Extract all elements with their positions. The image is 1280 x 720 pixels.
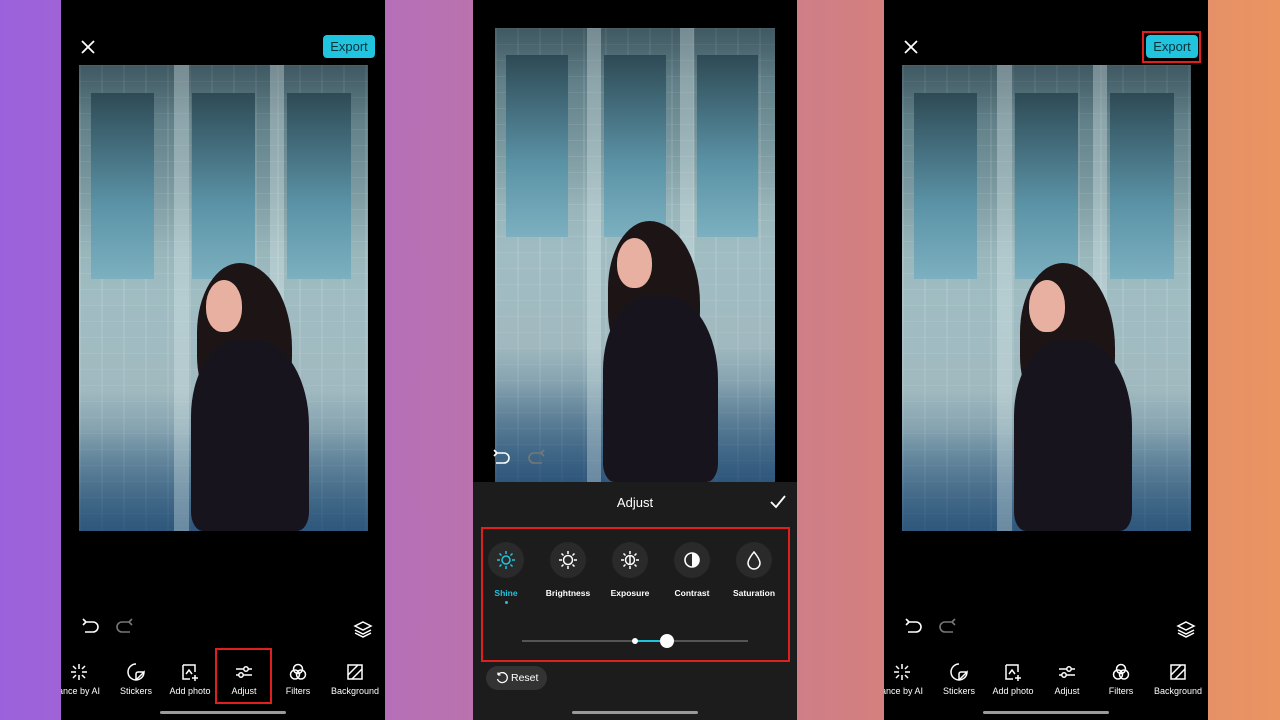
tool-background[interactable]: Background bbox=[1148, 656, 1208, 696]
undo-icon[interactable] bbox=[904, 618, 922, 636]
sticker-icon bbox=[950, 663, 968, 681]
tool-background[interactable]: Background bbox=[325, 656, 385, 696]
tool-enhance[interactable]: ance by AI bbox=[61, 656, 109, 696]
export-button[interactable]: Export bbox=[323, 35, 375, 58]
tool-adjust[interactable]: Adjust bbox=[1037, 656, 1097, 696]
close-icon[interactable] bbox=[79, 38, 97, 56]
phone-screen-adjust: Adjust Shine Brightness Exposure Contras… bbox=[473, 0, 797, 720]
check-icon[interactable] bbox=[769, 494, 787, 510]
phone-screen-editor: Export ance by AI Stickers Add photo Adj… bbox=[61, 0, 385, 720]
tool-label: Add photo bbox=[992, 686, 1034, 696]
tool-label: Add photo bbox=[169, 686, 211, 696]
tool-label: Adjust bbox=[1054, 686, 1080, 696]
photo-canvas bbox=[495, 28, 775, 482]
tool-label: Stickers bbox=[942, 686, 975, 696]
highlight-box-tools bbox=[481, 527, 790, 662]
sparkle-icon bbox=[894, 664, 910, 680]
tool-filters[interactable]: Filters bbox=[1091, 656, 1151, 696]
tool-label: Filters bbox=[285, 686, 311, 696]
phone-screen-export: Export ance by AI Stickers Add photo Adj… bbox=[884, 0, 1208, 720]
panel-title: Adjust bbox=[616, 495, 654, 510]
reset-label: Reset bbox=[511, 672, 539, 684]
home-indicator bbox=[160, 711, 286, 714]
add-photo-icon bbox=[1005, 664, 1021, 681]
tool-enhance[interactable]: ance by AI bbox=[884, 656, 932, 696]
tool-label: ance by AI bbox=[884, 686, 924, 696]
filters-icon bbox=[289, 663, 307, 680]
sticker-icon bbox=[127, 663, 145, 681]
layers-icon[interactable] bbox=[1176, 620, 1196, 638]
close-icon[interactable] bbox=[902, 38, 920, 56]
photo-canvas bbox=[79, 65, 368, 531]
filters-icon bbox=[1112, 663, 1130, 680]
tool-label: Background bbox=[330, 686, 380, 696]
tool-stickers[interactable]: Stickers bbox=[106, 656, 166, 696]
photo-canvas bbox=[902, 65, 1191, 531]
tool-label: Stickers bbox=[119, 686, 152, 696]
undo-icon[interactable] bbox=[81, 618, 99, 636]
home-indicator bbox=[572, 711, 698, 714]
highlight-box-export bbox=[1142, 31, 1201, 63]
reset-icon bbox=[496, 672, 508, 684]
redo-icon[interactable] bbox=[939, 618, 957, 636]
tool-stickers[interactable]: Stickers bbox=[929, 656, 989, 696]
tool-label: Background bbox=[1153, 686, 1203, 696]
tool-filters[interactable]: Filters bbox=[268, 656, 328, 696]
reset-button[interactable]: Reset bbox=[486, 666, 547, 690]
tool-add-photo[interactable]: Add photo bbox=[160, 656, 220, 696]
sliders-icon bbox=[1059, 666, 1075, 678]
background-icon bbox=[1170, 664, 1186, 680]
background-icon bbox=[347, 664, 363, 680]
tool-add-photo[interactable]: Add photo bbox=[983, 656, 1043, 696]
sparkle-icon bbox=[71, 664, 87, 680]
layers-icon[interactable] bbox=[353, 620, 373, 638]
highlight-box-adjust bbox=[215, 648, 272, 704]
tool-label: Filters bbox=[1108, 686, 1134, 696]
undo-icon[interactable] bbox=[492, 449, 510, 467]
redo-icon[interactable] bbox=[528, 449, 546, 467]
tool-label: ance by AI bbox=[61, 686, 101, 696]
add-photo-icon bbox=[182, 664, 198, 681]
redo-icon[interactable] bbox=[116, 618, 134, 636]
home-indicator bbox=[983, 711, 1109, 714]
